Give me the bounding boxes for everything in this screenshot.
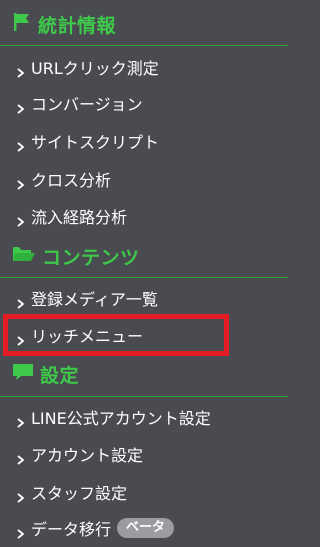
chevron-right-icon [17,212,25,227]
menu-item-label: リッチメニュー [31,327,144,346]
chevron-right-icon [17,137,25,152]
chevron-right-icon [17,99,25,114]
menu-item-label: コンバージョン [31,95,143,114]
chevron-right-icon [17,63,25,78]
divider [0,45,288,46]
section-header-contents: コンテンツ [0,239,288,273]
menu-item-label: サイトスクリプト [31,133,160,152]
sidebar-menu: 統計情報 URLクリック測定 コンバージョン サイトスクリプト クロス分析 流入… [0,0,288,547]
divider [0,277,288,278]
menu-item-label: LINE公式アカウント設定 [31,409,211,428]
folder-icon [12,244,36,269]
menu-item-label: 流入経路分析 [31,208,128,227]
menu-item-label: URLクリック測定 [31,59,159,78]
beta-badge: ベータ [117,518,175,538]
menu-item-rich-menu[interactable]: リッチメニュー [0,320,288,350]
chevron-right-icon [17,488,25,503]
menu-item-staff-settings[interactable]: スタッフ設定 [0,477,288,507]
menu-item-site-script[interactable]: サイトスクリプト [0,126,288,156]
section-title-contents: コンテンツ [42,246,140,269]
section-header-stats: 統計情報 [0,8,288,40]
menu-item-url-click[interactable]: URLクリック測定 [0,52,288,82]
chat-bubble-icon [12,362,34,387]
menu-item-label: スタッフ設定 [31,484,128,503]
section-title-settings: 設定 [40,364,80,387]
section-header-settings: 設定 [0,358,288,390]
chevron-right-icon [17,294,25,309]
menu-item-label: データ移行 [31,520,112,539]
menu-item-label: 登録メディア一覧 [31,290,158,309]
menu-item-data-migration[interactable]: データ移行 ベータ [0,513,288,543]
flag-icon [12,12,32,37]
menu-item-conversion[interactable]: コンバージョン [0,88,288,118]
chevron-right-icon [17,175,25,190]
menu-item-media-list[interactable]: 登録メディア一覧 [0,283,288,313]
divider [0,396,288,397]
menu-item-label: アカウント設定 [31,446,144,465]
chevron-right-icon [17,524,25,539]
menu-item-inflow-analysis[interactable]: 流入経路分析 [0,201,288,231]
chevron-right-icon [17,450,25,465]
menu-item-label: クロス分析 [31,171,112,190]
menu-item-cross-analysis[interactable]: クロス分析 [0,164,288,194]
section-title-stats: 統計情報 [38,14,117,37]
menu-item-account-settings[interactable]: アカウント設定 [0,439,288,469]
chevron-right-icon [17,413,25,428]
menu-item-line-account-settings[interactable]: LINE公式アカウント設定 [0,402,288,432]
chevron-right-icon [17,331,25,346]
